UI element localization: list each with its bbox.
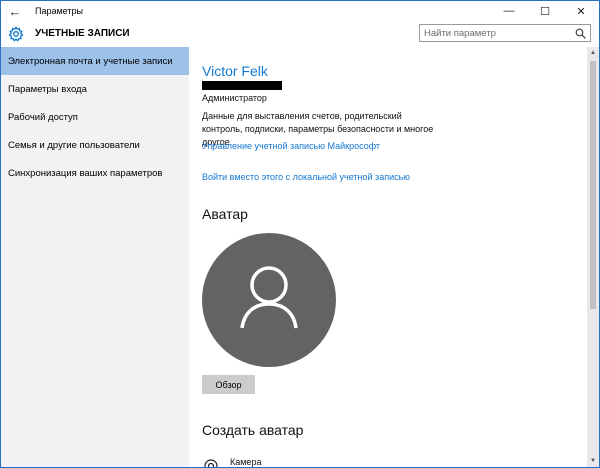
camera-icon [204, 459, 218, 467]
window-controls: — ☐ ✕ [491, 1, 599, 21]
camera-label: Камера [230, 457, 262, 467]
scroll-up-icon[interactable]: ▲ [587, 47, 599, 59]
sidebar: Электронная почта и учетные записи Парам… [1, 47, 189, 467]
search-icon[interactable] [575, 28, 586, 39]
sidebar-item-label: Семья и другие пользователи [8, 139, 140, 151]
sidebar-item-family-users[interactable]: Семья и другие пользователи [1, 131, 189, 159]
page-header: УЧЕТНЫЕ ЗАПИСИ [1, 21, 599, 47]
create-avatar-title: Создать аватар [202, 422, 304, 438]
maximize-button[interactable]: ☐ [527, 1, 563, 21]
sidebar-item-email-accounts[interactable]: Электронная почта и учетные записи [1, 47, 189, 75]
redacted-email [202, 81, 282, 90]
local-account-link[interactable]: Войти вместо этого с локальной учетной з… [202, 172, 410, 182]
main-content: Victor Felk Администратор Данные для выс… [189, 47, 587, 467]
scroll-thumb[interactable] [590, 61, 596, 309]
sidebar-item-label: Рабочий доступ [8, 111, 78, 123]
sidebar-item-sign-in-options[interactable]: Параметры входа [1, 75, 189, 103]
gear-icon [8, 26, 24, 42]
browse-button[interactable]: Обзор [202, 375, 255, 394]
sidebar-item-label: Параметры входа [8, 83, 87, 95]
camera-option[interactable]: Камера [202, 452, 322, 467]
user-name: Victor Felk [202, 63, 268, 79]
close-icon: ✕ [576, 5, 586, 18]
settings-window: ← Параметры — ☐ ✕ УЧЕТНЫЕ ЗАПИСИ Найти п… [0, 0, 600, 468]
minimize-icon: — [503, 5, 515, 17]
sidebar-item-label: Синхронизация ваших параметров [8, 167, 163, 179]
maximize-icon: ☐ [540, 5, 550, 18]
page-title: УЧЕТНЫЕ ЗАПИСИ [35, 28, 130, 39]
user-role: Администратор [202, 93, 267, 103]
minimize-button[interactable]: — [491, 1, 527, 21]
sidebar-item-work-access[interactable]: Рабочий доступ [1, 103, 189, 131]
user-silhouette-icon [240, 266, 298, 329]
search-box[interactable] [419, 24, 591, 42]
vertical-scrollbar[interactable]: ▲ ▼ [587, 47, 599, 467]
manage-account-link[interactable]: Управление учетной записью Майкрософт [202, 141, 380, 151]
sidebar-item-label: Электронная почта и учетные записи [8, 55, 173, 67]
window-title: Параметры [35, 6, 83, 16]
close-button[interactable]: ✕ [563, 1, 599, 21]
search-input[interactable] [424, 27, 564, 40]
avatar-section-title: Аватар [202, 206, 248, 222]
avatar [202, 233, 336, 367]
sidebar-item-sync-settings[interactable]: Синхронизация ваших параметров [1, 159, 189, 187]
back-arrow-icon: ← [8, 3, 22, 19]
back-button[interactable]: ← [1, 1, 29, 21]
scroll-down-icon[interactable]: ▼ [587, 455, 599, 467]
title-bar: ← Параметры — ☐ ✕ [1, 1, 599, 21]
